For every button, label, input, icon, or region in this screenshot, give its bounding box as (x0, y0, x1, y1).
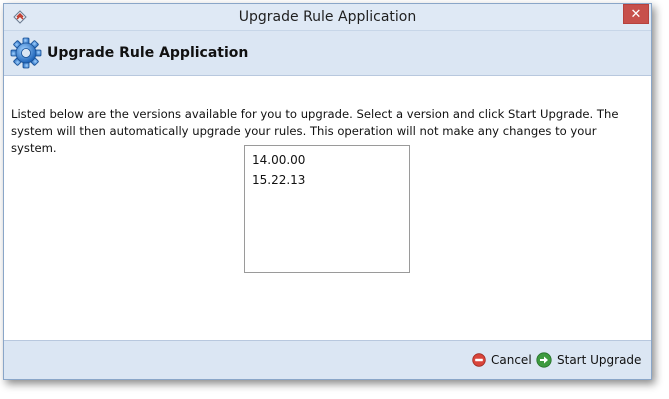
title-bar: Upgrade Rule Application ✕ (4, 4, 651, 31)
header-title: Upgrade Rule Application (47, 45, 249, 61)
close-button[interactable]: ✕ (623, 4, 649, 24)
dialog-footer: Cancel Start Upgrade (4, 341, 651, 379)
start-upgrade-label: Start Upgrade (557, 353, 642, 367)
dialog-header: Upgrade Rule Application (4, 31, 651, 76)
upgrade-dialog: Upgrade Rule Application ✕ Upgrade Rule … (3, 3, 652, 380)
list-item[interactable]: 15.22.13 (245, 170, 409, 190)
cancel-button[interactable]: Cancel (472, 351, 532, 369)
version-list[interactable]: 14.00.00 15.22.13 (244, 145, 410, 273)
list-item[interactable]: 14.00.00 (245, 150, 409, 170)
content-area: Listed below are the versions available … (4, 76, 651, 341)
gear-icon (10, 37, 42, 69)
window-title: Upgrade Rule Application (238, 9, 417, 25)
cancel-icon (472, 353, 486, 367)
arrow-right-icon (536, 352, 552, 368)
start-upgrade-button[interactable]: Start Upgrade (536, 351, 641, 369)
cancel-label: Cancel (491, 353, 532, 367)
